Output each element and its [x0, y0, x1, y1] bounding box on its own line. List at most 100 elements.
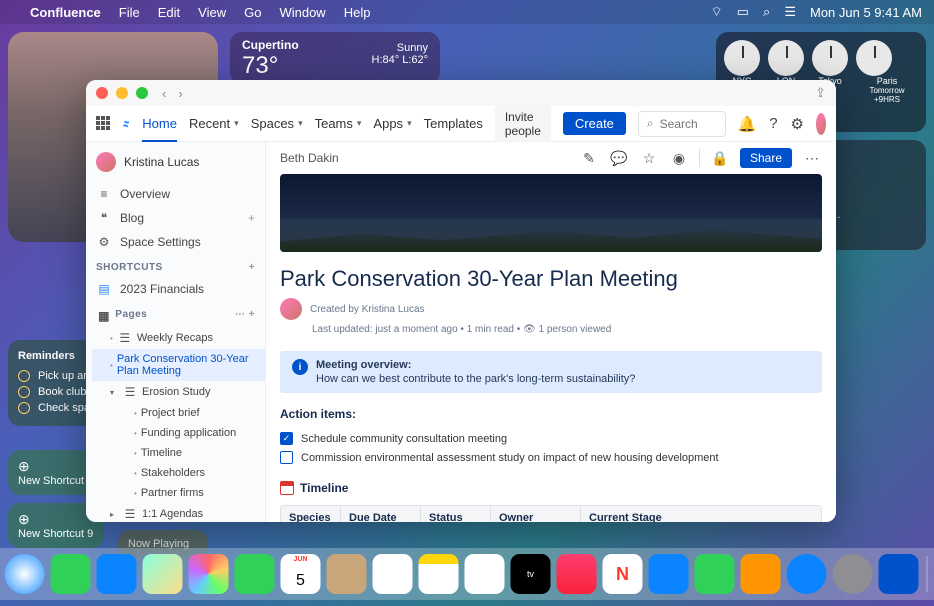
nav-recent[interactable]: Recent: [189, 116, 239, 131]
nav-spaces[interactable]: Spaces: [251, 116, 303, 131]
dock-photos-icon[interactable]: [189, 554, 229, 594]
comment-icon[interactable]: 💬: [609, 148, 629, 168]
back-button[interactable]: ‹: [162, 86, 166, 101]
blog-icon: ❝: [96, 211, 112, 225]
star-icon[interactable]: ☆: [639, 148, 659, 168]
dock-pages-icon[interactable]: [741, 554, 781, 594]
info-heading: Meeting overview:: [316, 359, 810, 371]
page-title: Park Conservation 30-Year Plan Meeting: [266, 252, 836, 298]
author-link[interactable]: Kristina Lucas: [362, 304, 425, 315]
pages-more-icon[interactable]: ⋯ +: [235, 309, 255, 323]
more-actions-icon[interactable]: ⋯: [802, 148, 822, 168]
menu-view[interactable]: View: [198, 5, 226, 20]
tree-erosion-study[interactable]: ▾☰Erosion Study: [92, 381, 265, 403]
search-box[interactable]: ⌕: [638, 111, 726, 137]
profile-avatar[interactable]: [816, 113, 826, 135]
watch-icon[interactable]: ◉: [669, 148, 689, 168]
fullscreen-window-button[interactable]: [136, 87, 148, 99]
add-shortcut-icon[interactable]: +: [249, 262, 255, 273]
dock-freeform-icon[interactable]: [465, 554, 505, 594]
tree-partner-firms[interactable]: •Partner firms: [92, 483, 265, 503]
app-switcher-icon[interactable]: [96, 116, 110, 132]
space-sidebar: Kristina Lucas ≡Overview ❝Blog+ ⚙Space S…: [86, 142, 266, 522]
share-button[interactable]: Share: [740, 148, 792, 168]
menu-help[interactable]: Help: [344, 5, 371, 20]
dock-reminders-icon[interactable]: [373, 554, 413, 594]
dock-settings-icon[interactable]: [833, 554, 873, 594]
tree-agendas[interactable]: ▸☰1:1 Agendas: [92, 503, 265, 522]
tree-funding-application[interactable]: •Funding application: [92, 423, 265, 443]
confluence-logo-icon[interactable]: [122, 115, 130, 133]
edit-icon[interactable]: ✎: [579, 148, 599, 168]
sidebar-overview[interactable]: ≡Overview: [86, 182, 265, 206]
invite-people-button[interactable]: Invite people: [495, 106, 551, 142]
dock-safari-icon[interactable]: [5, 554, 45, 594]
breadcrumb-space[interactable]: Beth Dakin: [280, 151, 339, 165]
dock-calendar-icon[interactable]: JUN5: [281, 554, 321, 594]
nav-templates[interactable]: Templates: [424, 116, 483, 131]
th-stage: Current Stage: [581, 506, 821, 522]
dock-tv-icon[interactable]: tv: [511, 554, 551, 594]
help-icon[interactable]: ?: [768, 113, 778, 135]
notifications-icon[interactable]: 🔔: [738, 113, 757, 135]
dock-messages-icon[interactable]: [51, 554, 91, 594]
page-main: Beth Dakin ✎ 💬 ☆ ◉ 🔒 Share ⋯ Park Conser…: [266, 142, 836, 522]
dock-keynote-icon[interactable]: [649, 554, 689, 594]
dock-mail-icon[interactable]: [97, 554, 137, 594]
tree-weekly-recaps[interactable]: •☰Weekly Recaps: [92, 327, 265, 349]
close-window-button[interactable]: [96, 87, 108, 99]
control-center-icon[interactable]: ☰: [784, 4, 796, 20]
dock-acrobat-icon[interactable]: [879, 554, 919, 594]
dock-news-icon[interactable]: N: [603, 554, 643, 594]
author-avatar[interactable]: [280, 298, 302, 320]
dock-facetime-icon[interactable]: [235, 554, 275, 594]
menu-window[interactable]: Window: [279, 5, 325, 20]
menu-go[interactable]: Go: [244, 5, 261, 20]
spotlight-icon[interactable]: ⌕: [763, 4, 770, 20]
menu-file[interactable]: File: [119, 5, 140, 20]
sidebar-space-settings[interactable]: ⚙Space Settings: [86, 230, 265, 254]
share-window-icon[interactable]: ⇪: [815, 85, 826, 101]
lock-icon[interactable]: 🔒: [710, 148, 730, 168]
tree-project-brief[interactable]: •Project brief: [92, 403, 265, 423]
menubar-datetime[interactable]: Mon Jun 5 9:41 AM: [810, 5, 922, 20]
search-input[interactable]: [660, 117, 717, 131]
dock-numbers-icon[interactable]: [695, 554, 735, 594]
battery-icon[interactable]: ▭: [737, 4, 749, 20]
tree-park-conservation[interactable]: •Park Conservation 30-Year Plan Meeting: [92, 349, 265, 381]
forward-button[interactable]: ›: [178, 86, 182, 101]
minimize-window-button[interactable]: [116, 87, 128, 99]
weather-condition: Sunny H:84° L:62°: [372, 42, 429, 66]
menu-edit[interactable]: Edit: [158, 5, 180, 20]
dock-maps-icon[interactable]: [143, 554, 183, 594]
create-button[interactable]: Create: [563, 112, 626, 135]
checkbox-checked[interactable]: [280, 432, 293, 445]
tree-timeline[interactable]: •Timeline: [92, 443, 265, 463]
dock-appstore-icon[interactable]: [787, 554, 827, 594]
weather-widget[interactable]: Cupertino 73° Sunny H:84° L:62°: [230, 32, 440, 84]
tree-stakeholders[interactable]: •Stakeholders: [92, 463, 265, 483]
dock-notes-icon[interactable]: [419, 554, 459, 594]
nav-apps[interactable]: Apps: [373, 116, 411, 131]
dock-contacts-icon[interactable]: [327, 554, 367, 594]
confluence-topnav: Home Recent Spaces Teams Apps Templates …: [86, 106, 836, 142]
dock-music-icon[interactable]: [557, 554, 597, 594]
menubar-app-name[interactable]: Confluence: [30, 5, 101, 20]
page-icon: ☰: [122, 385, 138, 399]
info-panel: i Meeting overview: How can we best cont…: [280, 351, 822, 393]
chevron-right-icon[interactable]: ▸: [110, 510, 118, 519]
chevron-down-icon[interactable]: ▾: [110, 388, 118, 397]
settings-gear-icon[interactable]: ⚙: [790, 113, 803, 135]
nav-home[interactable]: Home: [142, 116, 177, 131]
page-cover-image: [280, 174, 822, 252]
action-item: Commission environmental assessment stud…: [280, 448, 822, 467]
sidebar-blog[interactable]: ❝Blog+: [86, 206, 265, 230]
checkbox-unchecked[interactable]: [280, 451, 293, 464]
wifi-icon[interactable]: ⌔: [711, 4, 723, 20]
action-items-header: Action items:: [266, 403, 836, 425]
nav-teams[interactable]: Teams: [315, 116, 362, 131]
add-icon[interactable]: +: [248, 211, 255, 225]
sidebar-user[interactable]: Kristina Lucas: [86, 142, 265, 182]
page-meta: Last updated: just a moment ago • 1 min …: [266, 324, 836, 347]
shortcut-2023-financials[interactable]: ▤2023 Financials: [86, 277, 265, 301]
